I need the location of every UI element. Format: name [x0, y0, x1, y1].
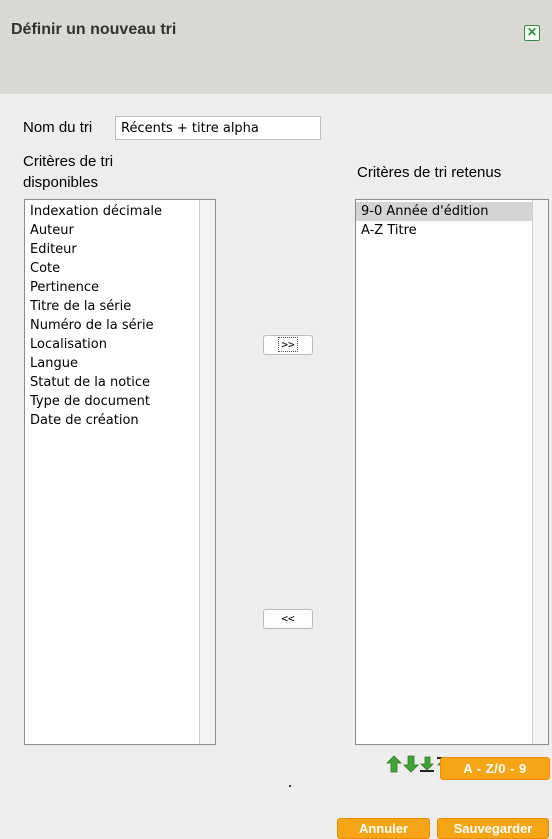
available-criteria-label: Critères de tri disponibles	[23, 151, 113, 193]
divider-dot	[289, 785, 291, 787]
list-item[interactable]: Titre de la série	[25, 297, 199, 316]
move-to-bottom-icon[interactable]	[419, 755, 435, 773]
list-item[interactable]: A-Z Titre	[356, 221, 532, 240]
list-item[interactable]: Statut de la notice	[25, 373, 199, 392]
list-item[interactable]: 9-0 Année d'édition	[356, 202, 532, 221]
available-label-line2: disponibles	[23, 174, 99, 191]
available-label-line1: Critères de tri	[23, 153, 114, 170]
list-item[interactable]: Pertinence	[25, 278, 199, 297]
retained-criteria-list[interactable]: 9-0 Année d'édition A-Z Titre	[355, 199, 549, 745]
list-item[interactable]: Date de création	[25, 411, 199, 430]
available-list-scrollbar[interactable]	[199, 200, 215, 744]
list-item[interactable]: Auteur	[25, 221, 199, 240]
save-button[interactable]: Sauvegarder	[437, 818, 549, 839]
arrow-up-icon[interactable]	[386, 755, 402, 773]
close-icon[interactable]: ✕	[524, 25, 540, 41]
add-criterion-button[interactable]: >>	[263, 335, 313, 355]
sort-name-input[interactable]	[115, 116, 321, 140]
cancel-button[interactable]: Annuler	[337, 818, 430, 839]
name-label: Nom du tri	[23, 119, 93, 136]
arrow-down-icon[interactable]	[403, 755, 419, 773]
list-item[interactable]: Editeur	[25, 240, 199, 259]
alpha-numeric-sort-button[interactable]: A - Z/0 - 9	[440, 757, 550, 780]
list-item[interactable]: Langue	[25, 354, 199, 373]
dialog-title: Définir un nouveau tri	[11, 21, 177, 38]
retained-criteria-label: Critères de tri retenus	[357, 164, 502, 181]
list-item[interactable]: Cote	[25, 259, 199, 278]
list-item[interactable]: Localisation	[25, 335, 199, 354]
list-item[interactable]: Numéro de la série	[25, 316, 199, 335]
list-item[interactable]: Indexation décimale	[25, 202, 199, 221]
dialog-header: Définir un nouveau tri ✕	[0, 0, 552, 94]
add-button-label: >>	[278, 337, 298, 352]
remove-criterion-button[interactable]: <<	[263, 609, 313, 629]
available-criteria-list[interactable]: Indexation décimale Auteur Editeur Cote …	[24, 199, 216, 745]
retained-list-scrollbar[interactable]	[532, 200, 548, 744]
list-item[interactable]: Type de document	[25, 392, 199, 411]
